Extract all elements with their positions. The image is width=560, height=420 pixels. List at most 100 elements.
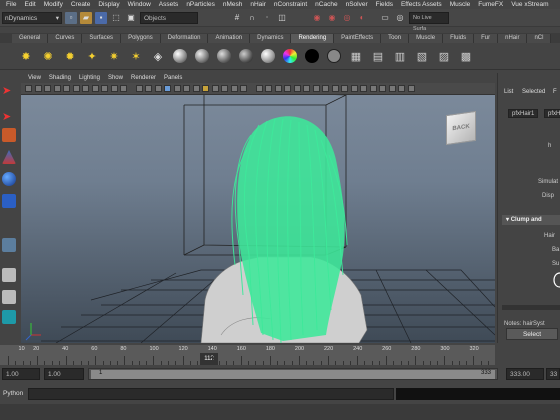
render-globals-icon[interactable]: ▩ (458, 48, 474, 64)
viewport-tool-button[interactable] (284, 85, 291, 92)
material-sphere-2-icon[interactable] (194, 48, 210, 64)
snap-curve-icon[interactable]: ∩ (246, 12, 258, 24)
viewport-tool-button[interactable] (25, 85, 32, 92)
menu-file[interactable]: File (2, 1, 20, 8)
input-line-icon[interactable]: ▭ (379, 12, 391, 24)
viewport-tool-button[interactable] (265, 85, 272, 92)
live-surface-icon[interactable]: ◎ (394, 12, 406, 24)
section-clump-and-hair-shape[interactable]: ▾ Clump and (502, 215, 560, 225)
menu-vue-xstream[interactable]: Vue xStream (507, 1, 552, 8)
batch-render-icon[interactable]: ▧ (414, 48, 430, 64)
viewport-tool-button[interactable] (82, 85, 89, 92)
viewport-tool-button[interactable] (369, 85, 377, 92)
move-tool-icon[interactable] (2, 150, 16, 164)
viewport-menu-view[interactable]: View (24, 75, 45, 81)
range-slider-handle[interactable]: 1 333 (91, 370, 495, 379)
viewport-tool-button[interactable] (293, 85, 301, 92)
viewport-tool-button[interactable] (183, 85, 190, 92)
playback-start-field[interactable]: 1.00 (44, 368, 84, 380)
viewport-tool-button[interactable] (53, 85, 61, 92)
select-button[interactable]: Select (506, 328, 558, 340)
scale-tool-icon[interactable] (2, 194, 16, 208)
layout-single-icon[interactable] (2, 268, 16, 282)
viewport-menu-renderer[interactable]: Renderer (127, 75, 160, 81)
viewport-tool-button[interactable] (303, 85, 310, 92)
viewport-tool-button[interactable] (110, 85, 118, 92)
view-cube[interactable]: BACK (446, 110, 476, 146)
menu-assets[interactable]: Assets (155, 1, 183, 8)
playback-end-field[interactable]: 333.00 (506, 368, 544, 380)
viewport-tool-button[interactable] (135, 85, 143, 92)
current-frame-marker[interactable]: 112 (200, 353, 218, 365)
material-sphere-5-icon[interactable] (260, 48, 276, 64)
render-settings-icon[interactable]: ◎ (341, 12, 353, 24)
material-sphere-4-icon[interactable] (238, 48, 254, 64)
area-light-icon[interactable]: ✦ (84, 48, 100, 64)
viewport-tool-button[interactable] (44, 85, 51, 92)
viewport-menu-lighting[interactable]: Lighting (75, 75, 104, 81)
viewport-menu-shading[interactable]: Shading (45, 75, 75, 81)
perspective-viewport[interactable]: View Shading Lighting Show Renderer Panels (21, 73, 495, 343)
shelf-tab-fluids[interactable]: Fluids (443, 34, 475, 43)
viewport-tool-button[interactable] (91, 85, 99, 92)
viewport-menu-show[interactable]: Show (104, 75, 127, 81)
viewport-tool-button[interactable] (379, 85, 386, 92)
camera-icon[interactable]: ◈ (150, 48, 166, 64)
shelf-tab-ncl[interactable]: nCl (527, 34, 552, 43)
viewport-tool-button[interactable] (274, 85, 282, 92)
black-shader-icon[interactable] (304, 48, 320, 64)
render-view-icon[interactable]: ▦ (348, 48, 364, 64)
viewport-tool-button[interactable] (72, 85, 80, 92)
shelf-tab-toon[interactable]: Toon (381, 34, 410, 43)
command-input[interactable] (28, 388, 394, 400)
snap-grid-icon[interactable]: # (231, 12, 243, 24)
viewport-tool-button[interactable] (407, 85, 415, 92)
shelf-tab-dynamics[interactable]: Dynamics (250, 34, 292, 43)
viewport-tool-button[interactable] (221, 85, 228, 92)
viewport-tool-button[interactable] (350, 85, 358, 92)
viewport-menu-panels[interactable]: Panels (160, 75, 186, 81)
shelf-tab-animation[interactable]: Animation (208, 34, 251, 43)
open-scene-icon[interactable]: ▰ (80, 11, 92, 24)
hypershade-icon[interactable]: ◐ (356, 12, 368, 24)
rotate-tool-icon[interactable] (2, 172, 16, 186)
viewport-tool-button[interactable] (173, 85, 181, 92)
texture-editor-icon[interactable]: ▤ (370, 48, 386, 64)
save-scene-icon[interactable]: ▪ (95, 11, 107, 24)
range-slider[interactable]: 1 333 (88, 368, 498, 380)
selection-mask-field[interactable]: Objects (140, 11, 198, 24)
viewport-tool-button[interactable] (312, 85, 320, 92)
viewport-tool-button[interactable] (341, 85, 348, 92)
viewport-tool-button[interactable] (145, 85, 152, 92)
time-slider[interactable]: 112 10 20 40 60 80 100 120 140 160 180 200 220 240 26… (0, 345, 495, 365)
start-time-field[interactable]: 1.00 (2, 368, 40, 380)
viewport-tool-button[interactable] (63, 85, 70, 92)
select-tool-icon[interactable]: ➤ (2, 84, 16, 98)
directional-light-icon[interactable]: ✸ (18, 48, 34, 64)
ambient-light-icon[interactable]: ✷ (106, 48, 122, 64)
viewport-tool-button[interactable] (230, 85, 238, 92)
menu-modify[interactable]: Modify (40, 1, 67, 8)
viewport-tool-button[interactable] (388, 85, 396, 92)
menu-nhair[interactable]: nHair (246, 1, 270, 8)
tab-selected[interactable]: Selected (522, 89, 545, 95)
node-tab-pfxh[interactable]: pfxH (544, 109, 560, 118)
tab-list[interactable]: List (504, 89, 513, 95)
lasso-tool-icon[interactable]: ➤ (2, 110, 16, 124)
shelf-tab-polygons[interactable]: Polygons (121, 34, 161, 43)
viewport-tool-button[interactable] (192, 85, 200, 92)
point-light-icon[interactable]: ✺ (40, 48, 56, 64)
viewport-tool-button[interactable] (211, 85, 219, 92)
snap-view-icon[interactable]: ◫ (276, 12, 288, 24)
shelf-tab-painteffects[interactable]: PaintEffects (334, 34, 382, 43)
snap-point-icon[interactable]: ⋅ (261, 12, 273, 24)
menu-window[interactable]: Window (124, 1, 155, 8)
menu-fumefx[interactable]: FumeFX (474, 1, 507, 8)
layout-outliner-icon[interactable] (2, 310, 16, 324)
material-sphere-1-icon[interactable] (172, 48, 188, 64)
shelf-tab-rendering[interactable]: Rendering (291, 34, 335, 43)
viewport-tool-button[interactable] (154, 85, 162, 92)
viewport-tool-button[interactable] (398, 85, 405, 92)
ramp-curve-graph[interactable] (552, 271, 560, 289)
tab-focus[interactable]: F (553, 89, 557, 95)
